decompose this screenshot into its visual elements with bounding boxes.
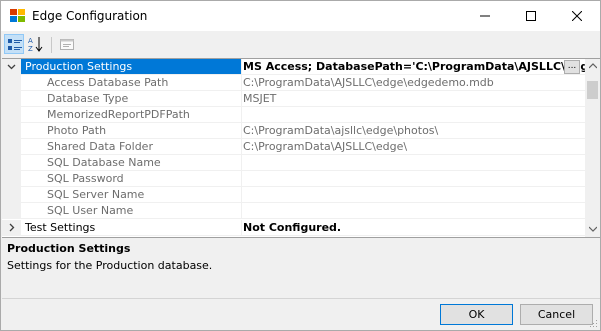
toolbar-separator: [51, 37, 52, 53]
description-title: Production Settings: [7, 242, 131, 255]
row-margin: [2, 139, 21, 155]
property-name[interactable]: Shared Data Folder: [21, 139, 242, 155]
category-row-test-settings[interactable]: Test Settings Not Configured.: [2, 220, 588, 236]
vertical-scrollbar[interactable]: [585, 59, 600, 237]
property-row[interactable]: SQL User Name: [2, 203, 588, 219]
property-value[interactable]: [239, 155, 588, 171]
property-name[interactable]: SQL Server Name: [21, 187, 242, 203]
categorized-button[interactable]: [4, 34, 24, 54]
property-value[interactable]: [239, 187, 588, 203]
property-row[interactable]: Database Type MSJET: [2, 91, 588, 107]
property-pages-icon: [60, 39, 74, 50]
property-value[interactable]: C:\ProgramData\AJSLLC\edge\: [239, 139, 588, 155]
row-margin: [2, 203, 21, 219]
property-name[interactable]: Photo Path: [21, 123, 242, 139]
property-row[interactable]: SQL Server Name: [2, 187, 588, 203]
close-button[interactable]: [554, 1, 600, 31]
cancel-button[interactable]: Cancel: [520, 304, 593, 325]
description-pane: Production Settings Settings for the Pro…: [2, 238, 600, 299]
edge-configuration-dialog: Edge Configuration A Z Production Settin…: [0, 0, 601, 331]
property-row[interactable]: SQL Password: [2, 171, 588, 187]
svg-text:Z: Z: [28, 45, 33, 52]
property-row[interactable]: Access Database Path C:\ProgramData\AJSL…: [2, 75, 588, 91]
app-icon: [10, 9, 25, 22]
property-name[interactable]: SQL Database Name: [21, 155, 242, 171]
description-text: Settings for the Production database.: [7, 259, 213, 272]
maximize-icon: [526, 11, 536, 21]
category-row-production-settings[interactable]: Production Settings MS Access; DatabaseP…: [2, 59, 588, 75]
property-name[interactable]: SQL Password: [21, 171, 242, 187]
alphabetical-button[interactable]: A Z: [26, 34, 46, 54]
property-value[interactable]: [239, 203, 588, 219]
property-value[interactable]: [239, 107, 588, 123]
scroll-up-icon[interactable]: [589, 63, 597, 69]
maximize-button[interactable]: [508, 1, 554, 31]
property-row[interactable]: Photo Path C:\ProgramData\ajsllc\edge\ph…: [2, 123, 588, 139]
property-name[interactable]: Test Settings: [21, 220, 242, 236]
resize-grip-icon[interactable]: [588, 318, 598, 328]
window-title: Edge Configuration: [32, 9, 148, 23]
categorized-icon: [8, 39, 22, 50]
minimize-button[interactable]: [462, 1, 508, 31]
ellipsis-button[interactable]: ...: [564, 60, 580, 74]
title-bar[interactable]: Edge Configuration: [1, 1, 600, 31]
property-value[interactable]: MSJET: [239, 91, 588, 107]
row-margin: [2, 91, 21, 107]
svg-text:A: A: [28, 37, 33, 45]
row-margin: [2, 187, 21, 203]
property-row[interactable]: Shared Data Folder C:\ProgramData\AJSLLC…: [2, 139, 588, 155]
alphabetical-icon: A Z: [28, 37, 43, 52]
property-value[interactable]: [239, 171, 588, 187]
property-name[interactable]: Production Settings: [21, 59, 242, 75]
property-name[interactable]: SQL User Name: [21, 203, 242, 219]
minimize-icon: [480, 15, 490, 17]
property-row[interactable]: SQL Database Name: [2, 155, 588, 171]
property-grid-toolbar: A Z: [1, 31, 600, 58]
property-value[interactable]: C:\ProgramData\AJSLLC\edge\edgedemo.mdb: [239, 75, 588, 91]
scroll-down-icon[interactable]: [589, 226, 597, 232]
chevron-down-icon[interactable]: [7, 62, 16, 71]
scrollbar-thumb[interactable]: [587, 81, 598, 99]
row-margin: [2, 107, 21, 123]
property-name[interactable]: Access Database Path: [21, 75, 242, 91]
property-name[interactable]: MemorizedReportPDFPath: [21, 107, 242, 123]
row-margin: [2, 123, 21, 139]
chevron-right-icon[interactable]: [7, 223, 16, 232]
ok-button[interactable]: OK: [440, 304, 513, 325]
property-grid[interactable]: Production Settings MS Access; DatabaseP…: [2, 58, 600, 238]
property-pages-button[interactable]: [57, 34, 77, 54]
property-value[interactable]: C:\ProgramData\ajsllc\edge\photos\: [239, 123, 588, 139]
property-name[interactable]: Database Type: [21, 91, 242, 107]
row-margin: [2, 155, 21, 171]
close-icon: [572, 11, 582, 21]
property-value[interactable]: Not Configured.: [239, 220, 588, 236]
row-margin: [2, 171, 21, 187]
row-margin: [2, 75, 21, 91]
property-row[interactable]: MemorizedReportPDFPath: [2, 107, 588, 123]
property-value[interactable]: MS Access; DatabasePath='C:\ProgramData\…: [239, 59, 588, 75]
